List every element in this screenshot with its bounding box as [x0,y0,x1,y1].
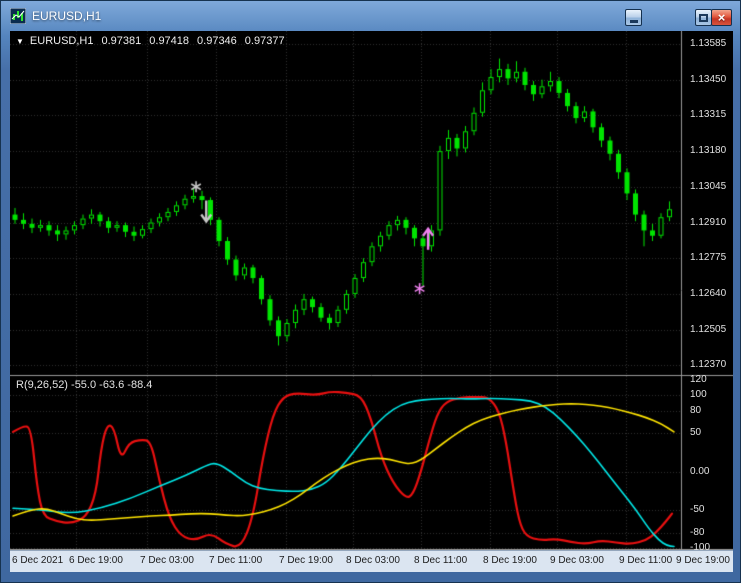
indicator-label: R(9,26,52) -55.0 -63.6 -88.4 [16,379,153,391]
time-axis-label: 8 Dec 19:00 [483,555,537,566]
chart-canvas[interactable] [10,31,733,550]
time-axis-label: 7 Dec 03:00 [140,555,194,566]
time-axis-label: 7 Dec 19:00 [279,555,333,566]
info-open: 0.97381 [101,35,142,47]
price-axis-label: 1.12505 [690,323,727,335]
window-minimize-button[interactable] [625,9,642,26]
price-axis-label: 1.12910 [690,216,727,228]
indicator-axis-label: 80 [690,404,702,416]
window-maximize-button[interactable] [695,9,712,26]
time-axis-label: 6 Dec 2021 [12,555,64,566]
info-close: 0.97377 [244,35,285,47]
indicator-axis-label: -50 [690,503,705,515]
close-icon: × [717,10,726,25]
info-symbol: EURUSD,H1 [29,35,94,47]
indicator-axis-label: 120 [690,374,707,385]
window-title: EURUSD,H1 [32,9,102,23]
indicator-axis-label: 100 [690,389,707,401]
time-axis-label: 9 Dec 11:00 [619,555,673,566]
time-axis-label: 7 Dec 11:00 [209,555,263,566]
window-close-button[interactable]: × [711,9,732,26]
price-axis-label: 1.12370 [690,359,727,371]
price-axis-label: 1.13585 [690,38,727,49]
price-axis-label: 1.13045 [690,180,727,192]
price-axis[interactable]: 1.13585 1.13450 1.13315 1.13180 1.13045 1.129… [686,31,733,553]
info-low: 0.97346 [197,35,237,47]
price-axis-label: 1.12775 [690,252,727,264]
price-axis-label: 1.12640 [690,287,727,299]
ohlc-info: ▼ EURUSD,H1 0.97381 0.97418 0.97346 0.97… [16,35,285,47]
chart-window-icon[interactable] [9,7,27,25]
time-axis-label: 8 Dec 03:00 [346,555,400,566]
minimize-icon [629,19,638,23]
indicator-axis-label: -80 [690,526,705,538]
time-axis-label: 9 Dec 19:00 [676,555,730,566]
symbol-dropdown-icon[interactable]: ▼ [16,37,24,46]
time-axis-label: 6 Dec 19:00 [69,555,123,566]
time-axis-label: 8 Dec 11:00 [414,555,468,566]
time-axis-label: 9 Dec 03:00 [550,555,604,566]
indicator-axis-label: 0.00 [690,465,710,477]
price-axis-label: 1.13450 [690,73,727,85]
indicator-axis-label: 50 [690,427,702,439]
price-axis-label: 1.13315 [690,109,727,121]
time-axis[interactable]: 6 Dec 2021 6 Dec 19:00 7 Dec 03:00 7 Dec 11… [10,550,733,572]
window-titlebar[interactable]: EURUSD,H1 × [1,1,740,31]
app-window: EURUSD,H1 × ▼ EURUSD,H1 0.97381 0.97418 … [0,0,741,583]
price-axis-label: 1.13180 [690,145,727,157]
chart-client-area: ▼ EURUSD,H1 0.97381 0.97418 0.97346 0.97… [10,31,733,572]
info-high: 0.97418 [149,35,190,47]
maximize-icon [699,13,708,22]
